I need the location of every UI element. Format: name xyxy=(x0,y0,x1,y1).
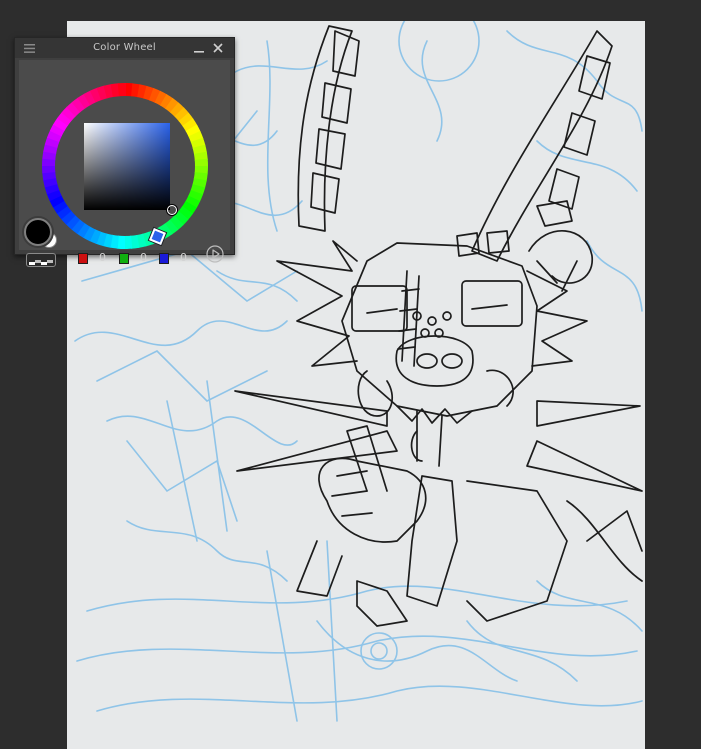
minimize-icon[interactable] xyxy=(191,40,207,56)
saturation-value-square[interactable] xyxy=(84,123,170,210)
green-channel-swatch xyxy=(119,253,129,264)
red-channel-swatch xyxy=(78,253,88,264)
color-wheel-panel[interactable]: Color Wheel 0 0 0 xyxy=(14,37,235,267)
hue-segment[interactable] xyxy=(117,83,127,97)
hue-segment[interactable] xyxy=(123,235,133,249)
panel-body: 0 0 0 xyxy=(19,60,230,267)
blue-channel-swatch xyxy=(159,253,169,264)
hue-segment[interactable] xyxy=(42,164,56,174)
panel-titlebar[interactable]: Color Wheel xyxy=(15,38,234,58)
red-value[interactable]: 0 xyxy=(99,251,106,264)
color-mode-switch-icon[interactable] xyxy=(26,253,56,267)
main-color-swatch[interactable] xyxy=(24,218,52,246)
green-value[interactable]: 0 xyxy=(140,251,147,264)
close-icon[interactable] xyxy=(210,40,226,56)
hue-segment[interactable] xyxy=(194,158,208,168)
sv-cursor[interactable] xyxy=(167,205,177,215)
play-arrow-icon[interactable] xyxy=(206,245,224,263)
blue-value[interactable]: 0 xyxy=(180,251,187,264)
